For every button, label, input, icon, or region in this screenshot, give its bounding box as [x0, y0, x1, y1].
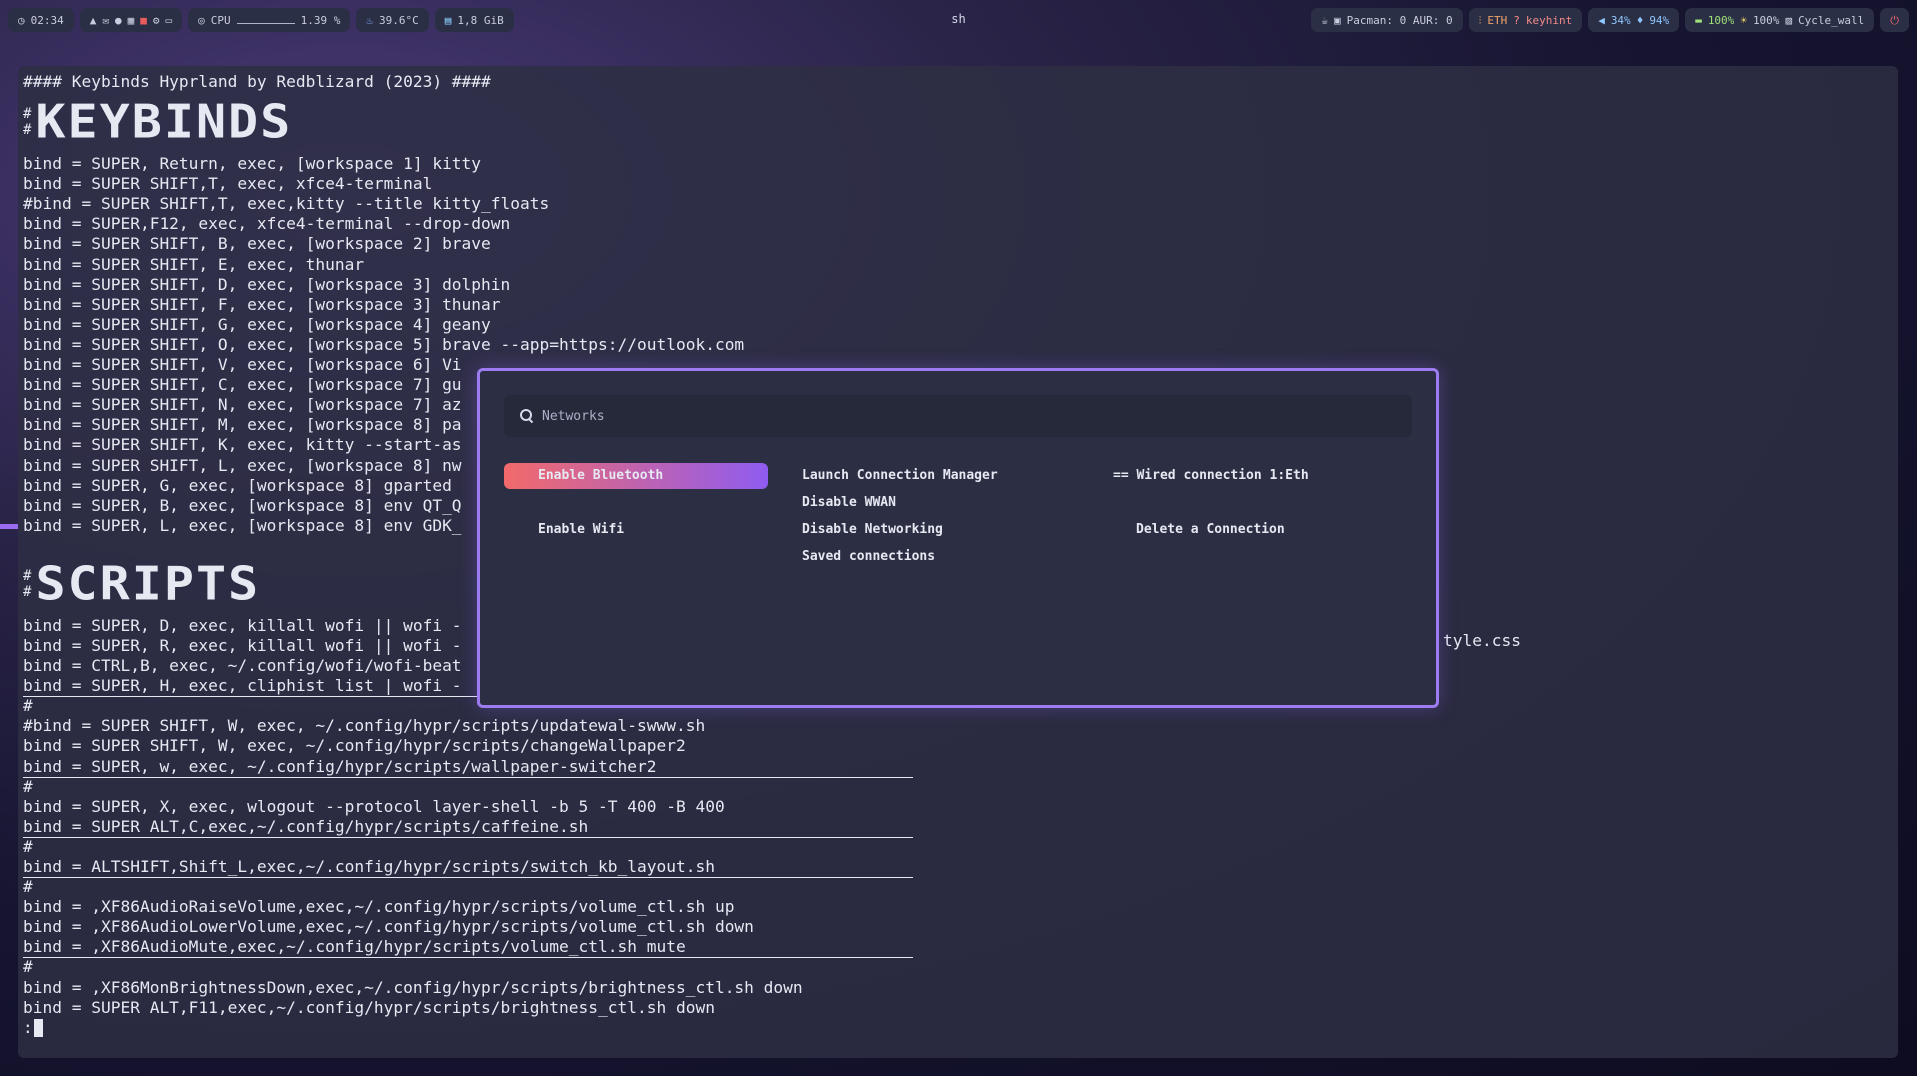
network-keyhint-widget[interactable]: ⫶ ETH ? keyhint	[1468, 8, 1583, 32]
section-divider: #	[23, 957, 1893, 977]
config-line: bind = SUPER,F12, exec, xfce4-terminal -…	[23, 214, 511, 234]
config-line: bind = ,XF86AudioLowerVolume,exec,~/.con…	[23, 917, 754, 937]
config-line: bind = SUPER SHIFT, D, exec, [workspace …	[23, 274, 511, 294]
keybinds-heading: # # KEYBINDS	[23, 96, 1893, 148]
config-line: bind = SUPER SHIFT, O, exec, [workspace …	[23, 334, 745, 354]
config-line: #bind = SUPER SHIFT, W, exec, ~/.config/…	[23, 716, 706, 736]
audio-widget[interactable]: ◀ 34% ♦ 94%	[1588, 8, 1680, 32]
script-list-f: bind = ,XF86MonBrightnessDown,exec,~/.co…	[23, 978, 1893, 1018]
ethernet-icon: ⫶	[1478, 13, 1482, 27]
search-placeholder: Networks	[542, 408, 605, 424]
prompt-char: :	[23, 1018, 33, 1038]
top-bar-right: ☕ ▣ Pacman: 0 AUR: 0 ⫶ ETH ? keyhint ◀ 3…	[1311, 8, 1909, 32]
script-list-b: #bind = SUPER SHIFT, W, exec, ~/.config/…	[23, 716, 1893, 776]
updates-text: Pacman: 0 AUR: 0	[1346, 13, 1453, 27]
keyhint-text[interactable]: keyhint	[1526, 14, 1572, 27]
power-icon[interactable]: ⏻	[1890, 15, 1899, 26]
network-menu-dialog[interactable]: Networks Enable Bluetooth Launch Connect…	[477, 368, 1439, 708]
cup-icon: ☕	[1321, 13, 1328, 27]
search-icon	[520, 409, 534, 423]
menu-entry-saved-connections[interactable]: Saved connections	[802, 544, 935, 570]
config-line: bind = ALTSHIFT,Shift_L,exec,~/.config/h…	[23, 857, 715, 876]
volume-value: 34%	[1610, 13, 1631, 27]
script-list-e: bind = ,XF86AudioRaiseVolume,exec,~/.con…	[23, 897, 1893, 957]
scripts-title: SCRIPTS	[35, 557, 261, 611]
menu-entry-enable-wifi[interactable]: Enable Wifi	[538, 517, 624, 543]
menu-entry-launch-connection-manager[interactable]: Launch Connection Manager	[802, 463, 998, 489]
config-line: bind = SUPER, X, exec, wlogout --protoco…	[23, 796, 725, 816]
section-divider: #	[23, 836, 1893, 857]
image-icon: ▨	[1785, 13, 1793, 27]
top-bar: ◷ 02:34 ▲ ✉ ● ▦ ■ ⚙ ▭ ◎ CPU 1.39 % ♨ 39.…	[0, 0, 1917, 40]
pager-prompt[interactable]: :	[23, 1018, 1893, 1038]
config-line: bind = ,XF86MonBrightnessDown,exec,~/.co…	[23, 977, 803, 997]
help-icon[interactable]: ?	[1513, 15, 1520, 26]
config-line: bind = SUPER SHIFT, G, exec, [workspace …	[23, 314, 491, 334]
script-list-c: bind = SUPER, X, exec, wlogout --protoco…	[23, 797, 1893, 837]
terminal-header: #### Keybinds Hyprland by Redblizard (20…	[23, 72, 491, 91]
left-accent	[0, 524, 18, 529]
menu-entry-disable-wwan[interactable]: Disable WWAN	[802, 490, 896, 516]
mic-value: 94%	[1649, 13, 1670, 27]
config-line: bind = SUPER ALT,C,exec,~/.config/hypr/s…	[23, 816, 589, 836]
config-line: bind = SUPER, Return, exec, [workspace 1…	[23, 154, 482, 174]
speaker-icon[interactable]: ◀	[1598, 15, 1605, 26]
keybinds-title: KEYBINDS	[35, 95, 293, 149]
text-cursor	[33, 1018, 43, 1037]
menu-entry-delete-connection[interactable]: Delete a Connection	[1136, 517, 1285, 543]
config-line: bind = SUPER ALT,F11,exec,~/.config/hypr…	[23, 997, 715, 1017]
wallpaper-text[interactable]: Cycle_wall	[1798, 14, 1864, 27]
status-widget[interactable]: ▬ 100% ☀ 100% ▨ Cycle_wall	[1685, 8, 1875, 32]
config-line: bind = ,XF86AudioMute,exec,~/.config/hyp…	[23, 937, 686, 957]
section-divider: #	[23, 776, 1893, 797]
brightness-icon[interactable]: ☀	[1740, 15, 1747, 26]
script-list-d: bind = ALTSHIFT,Shift_L,exec,~/.config/h…	[23, 857, 1893, 877]
menu-entry-disable-networking[interactable]: Disable Networking	[802, 517, 943, 543]
config-line: bind = SUPER SHIFT, W, exec, ~/.config/h…	[23, 736, 686, 756]
config-line: #bind = SUPER SHIFT,T, exec,kitty --titl…	[23, 194, 550, 214]
config-line: bind = SUPER SHIFT, E, exec, thunar	[23, 254, 365, 274]
microphone-icon[interactable]: ♦	[1637, 15, 1644, 26]
battery-value: 100%	[1707, 13, 1735, 27]
power-widget[interactable]: ⏻	[1880, 8, 1909, 32]
config-line: bind = SUPER SHIFT, B, exec, [workspace …	[23, 234, 491, 254]
brightness-value: 100%	[1752, 13, 1780, 27]
config-line: bind = SUPER SHIFT,T, exec, xfce4-termin…	[23, 174, 433, 194]
config-line: bind = SUPER, w, exec, ~/.config/hypr/sc…	[23, 756, 657, 776]
network-text: ETH	[1487, 13, 1508, 27]
updates-widget[interactable]: ☕ ▣ Pacman: 0 AUR: 0	[1311, 8, 1463, 32]
config-line: bind = ,XF86AudioRaiseVolume,exec,~/.con…	[23, 897, 735, 917]
section-divider: #	[23, 877, 1893, 897]
overflow-fragment: tyle.css	[1443, 631, 1521, 650]
package-icon: ▣	[1333, 13, 1341, 27]
network-search-input[interactable]: Networks	[504, 395, 1412, 437]
battery-icon: ▬	[1695, 13, 1702, 27]
menu-entry-enable-bluetooth[interactable]: Enable Bluetooth	[504, 463, 768, 489]
heading-hash: # #	[23, 106, 32, 139]
config-line: bind = SUPER SHIFT, F, exec, [workspace …	[23, 294, 501, 314]
heading-hash: # #	[23, 567, 32, 600]
menu-entry-wired-connection[interactable]: == Wired connection 1:Eth	[1113, 463, 1309, 489]
